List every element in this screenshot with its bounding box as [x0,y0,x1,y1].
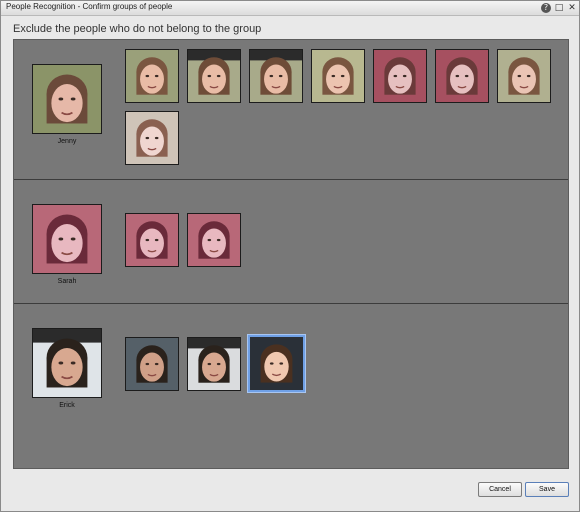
face-photo [250,337,303,390]
face-photo [498,50,550,102]
groups-panel: Jenny Sarah Erick [13,39,569,469]
face-thumbnail[interactable] [125,337,179,391]
group-name-erick: Erick [59,402,75,409]
face-photo [374,50,426,102]
title-bar: People Recognition - Confirm groups of p… [1,1,579,16]
face-thumbnail[interactable] [435,49,489,103]
face-thumbnail[interactable] [125,213,179,267]
representative-face-jenny[interactable] [32,64,102,134]
save-button[interactable]: Save [525,482,569,497]
face-photo [436,50,488,102]
face-thumbnail[interactable] [125,111,179,165]
face-photo [33,329,101,397]
face-thumbnail[interactable] [125,49,179,103]
face-thumbnail-selected[interactable] [248,335,305,392]
face-thumbnail[interactable] [497,49,551,103]
cancel-button[interactable]: Cancel [478,482,522,497]
face-thumbnail[interactable] [187,49,241,103]
face-photo [33,205,101,273]
face-photo [126,214,178,266]
face-thumbnail[interactable] [249,49,303,103]
group-divider [14,303,568,304]
group-divider [14,179,568,180]
representative-face-erick[interactable] [32,328,102,398]
group-name-sarah: Sarah [57,278,77,285]
face-thumbnail[interactable] [187,213,241,267]
instruction-heading: Exclude the people who do not belong to … [13,23,262,35]
help-icon[interactable]: ? [541,3,551,13]
close-icon[interactable]: ✕ [567,3,577,13]
face-photo [188,338,240,390]
maximize-icon[interactable]: □ [554,3,564,13]
window-title: People Recognition - Confirm groups of p… [6,2,173,11]
face-photo [126,112,178,164]
face-photo [33,65,101,133]
face-photo [312,50,364,102]
face-photo [126,50,178,102]
face-photo [188,50,240,102]
face-thumbnail[interactable] [373,49,427,103]
face-photo [126,338,178,390]
face-thumbnail[interactable] [311,49,365,103]
face-photo [250,50,302,102]
dialog-window: People Recognition - Confirm groups of p… [0,0,580,512]
face-photo [188,214,240,266]
face-thumbnail[interactable] [187,337,241,391]
group-name-jenny: Jenny [57,138,77,145]
representative-face-sarah[interactable] [32,204,102,274]
